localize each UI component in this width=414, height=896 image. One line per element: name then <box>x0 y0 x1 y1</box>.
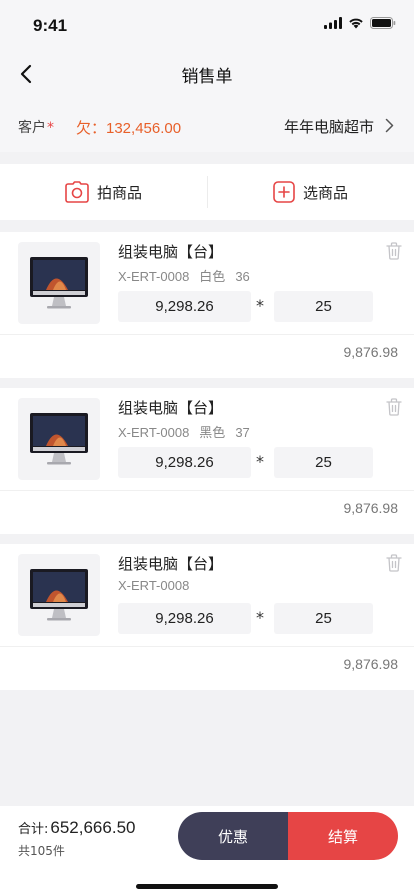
action-bar: 拍商品 选商品 <box>0 164 414 220</box>
photo-product-label: 拍商品 <box>96 183 142 202</box>
select-product-label: 选商品 <box>302 183 348 202</box>
product-name: 组装电脑【台】 <box>118 243 224 261</box>
product-thumbnail <box>18 242 100 324</box>
product-color: 黑色 <box>199 425 226 440</box>
discount-button[interactable]: 优惠 <box>178 812 288 860</box>
checkout-button[interactable]: 结算 <box>288 812 398 860</box>
computer-thumbnail <box>30 413 88 465</box>
total-line: 合计: 652,666.50 <box>18 818 135 838</box>
customer-label-text: 客户 <box>18 120 46 136</box>
product-meta: X-ERT-0008 黑色 37 <box>118 422 260 441</box>
home-indicator <box>136 884 278 889</box>
nav-bar: 销售单 <box>0 48 414 100</box>
trash-icon[interactable] <box>386 242 402 260</box>
multiply-symbol: * <box>256 296 264 315</box>
product-subtotal: 9,876.98 <box>343 344 399 360</box>
product-sku: X-ERT-0008 <box>118 425 190 440</box>
product-card: 组装电脑【台】 X-ERT-0008 黑色 37 9,298.26 * 25 9,8… <box>0 388 414 534</box>
quantity-input[interactable]: 25 <box>274 291 373 322</box>
photo-product-button[interactable]: 拍商品 <box>0 164 207 220</box>
multiply-symbol: * <box>256 608 264 627</box>
page-title: 销售单 <box>181 67 233 87</box>
product-thumbnail <box>18 398 100 480</box>
computer-thumbnail <box>30 257 88 309</box>
product-color: 白色 <box>199 269 226 284</box>
camera-icon <box>65 181 89 203</box>
price-input[interactable]: 9,298.26 <box>118 291 251 322</box>
price-input[interactable]: 9,298.26 <box>118 447 251 478</box>
computer-thumbnail <box>30 569 88 621</box>
customer-name[interactable]: 年年电脑超市 <box>284 116 374 137</box>
product-name: 组装电脑【台】 <box>118 555 224 573</box>
product-stock: 36 <box>235 269 250 284</box>
bottom-bar: 合计: 652,666.50 共105件 优惠 结算 <box>0 806 414 896</box>
product-sku: X-ERT-0008 <box>118 578 190 593</box>
product-stock: 37 <box>235 425 250 440</box>
card-divider <box>0 334 414 335</box>
price-input[interactable]: 9,298.26 <box>118 603 251 634</box>
product-meta: X-ERT-0008 白色 36 <box>118 266 260 285</box>
add-square-icon <box>273 181 295 203</box>
customer-label: 客户* <box>18 117 54 137</box>
total-amount: 652,666.50 <box>50 818 136 837</box>
multiply-symbol: * <box>256 452 264 471</box>
customer-row[interactable]: 客户* 欠：132,456.00 年年电脑超市 <box>0 100 414 152</box>
product-name: 组装电脑【台】 <box>118 399 224 417</box>
status-bar: 9:41 <box>0 0 414 48</box>
status-icons <box>324 17 396 29</box>
required-mark: * <box>47 120 54 136</box>
status-time: 9:41 <box>33 16 68 35</box>
quantity-input[interactable]: 25 <box>274 603 373 634</box>
trash-icon[interactable] <box>386 554 402 572</box>
signal-icon <box>324 17 342 29</box>
wifi-icon <box>349 18 363 29</box>
product-subtotal: 9,876.98 <box>343 500 399 516</box>
total-label: 合计: <box>18 822 49 837</box>
total-count: 共105件 <box>18 844 65 858</box>
product-meta: X-ERT-0008 <box>118 578 199 593</box>
chevron-right-icon[interactable] <box>385 118 394 133</box>
product-card: 组装电脑【台】 X-ERT-0008 白色 36 9,298.26 * 25 9,8… <box>0 232 414 378</box>
battery-icon <box>370 17 396 29</box>
card-divider <box>0 490 414 491</box>
card-divider <box>0 646 414 647</box>
quantity-input[interactable]: 25 <box>274 447 373 478</box>
customer-debt: 欠：132,456.00 <box>76 120 182 137</box>
product-card: 组装电脑【台】 X-ERT-0008 9,298.26 * 25 9,876.9… <box>0 544 414 690</box>
trash-icon[interactable] <box>386 398 402 416</box>
product-thumbnail <box>18 554 100 636</box>
product-sku: X-ERT-0008 <box>118 269 190 284</box>
product-subtotal: 9,876.98 <box>343 656 399 672</box>
select-product-button[interactable]: 选商品 <box>207 164 414 220</box>
